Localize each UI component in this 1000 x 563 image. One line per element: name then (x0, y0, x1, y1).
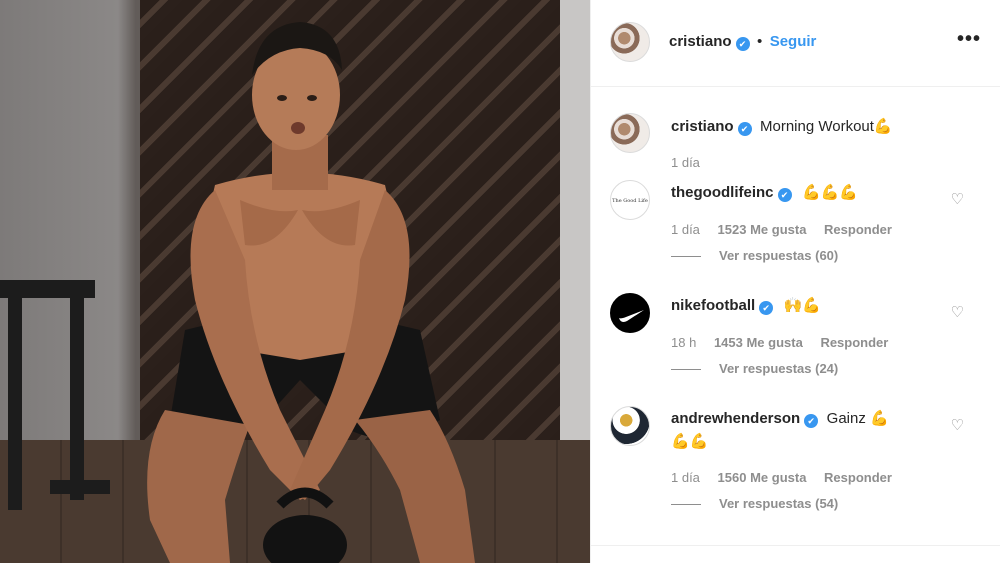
post-side-panel: cristiano ✔ • Seguir ••• cristiano ✔ Morni… (590, 0, 1000, 563)
comment-username[interactable]: nikefootball (671, 297, 755, 314)
view-replies-label[interactable]: Ver respuestas (54) (719, 496, 838, 511)
replies-line (671, 369, 701, 371)
caption-row: cristiano ✔ Morning Workout💪 (671, 117, 893, 136)
flexed-biceps-icon: 💪 (873, 118, 893, 135)
view-replies[interactable]: Ver respuestas (60) (671, 248, 838, 263)
replies-line (671, 504, 701, 506)
commenter-avatar-thegoodlifeinc[interactable]: The Good Life Inc (610, 180, 650, 220)
caption-username[interactable]: cristiano (671, 118, 734, 135)
comment-row: nikefootball ✔ 🙌💪 (671, 296, 821, 315)
comment-username[interactable]: thegoodlifeinc (671, 184, 774, 201)
separator-dot: • (756, 33, 763, 50)
goodlife-logo-text: The Good Life Inc (612, 198, 648, 204)
comment-time[interactable]: 1 día (671, 470, 700, 485)
comment-meta: 1 día 1560 Me gusta Responder (671, 470, 906, 485)
author-row: cristiano ✔ • Seguir (669, 33, 816, 51)
commenter-avatar-nikefootball[interactable] (610, 293, 650, 333)
comments-scroll-edge (591, 545, 1000, 563)
view-replies-label[interactable]: Ver respuestas (60) (719, 248, 838, 263)
author-avatar[interactable] (610, 22, 650, 62)
comment-likes[interactable]: 1523 Me gusta (718, 222, 807, 237)
comment-likes[interactable]: 1453 Me gusta (714, 335, 803, 350)
view-replies[interactable]: Ver respuestas (24) (671, 361, 838, 376)
post-photo[interactable] (0, 0, 590, 563)
reply-button[interactable]: Responder (820, 335, 888, 350)
verified-badge-icon: ✔ (777, 188, 792, 202)
flexed-biceps-icon: 💪💪 (671, 433, 709, 450)
comment-meta: 18 h 1453 Me gusta Responder (671, 335, 902, 350)
comment-row: andrewhenderson ✔ Gainz 💪 (671, 409, 889, 428)
athlete-figure (147, 22, 475, 563)
reply-button[interactable]: Responder (824, 470, 892, 485)
comment-username[interactable]: andrewhenderson (671, 410, 800, 427)
like-heart-icon[interactable]: ♡ (951, 303, 964, 321)
caption-time[interactable]: 1 día (671, 155, 700, 170)
nike-swoosh-icon (619, 310, 644, 322)
verified-badge-icon: ✔ (804, 414, 819, 428)
comment-time[interactable]: 1 día (671, 222, 700, 237)
more-options-icon[interactable]: ••• (957, 28, 981, 51)
raised-hands-icon: 🙌💪 (783, 297, 821, 314)
verified-badge-icon: ✔ (735, 37, 750, 51)
reply-button[interactable]: Responder (824, 222, 892, 237)
view-replies-label[interactable]: Ver respuestas (24) (719, 361, 838, 376)
commenter-avatar-andrewhenderson[interactable] (610, 406, 650, 446)
like-heart-icon[interactable]: ♡ (951, 190, 964, 208)
comment-time[interactable]: 18 h (671, 335, 696, 350)
post-header: cristiano ✔ • Seguir ••• (591, 0, 1000, 87)
like-heart-icon[interactable]: ♡ (951, 416, 964, 434)
caption-text: Morning Workout (759, 118, 874, 135)
comment-text: Gainz (826, 410, 866, 427)
caption-meta: 1 día (671, 155, 714, 170)
follow-button[interactable]: Seguir (770, 33, 817, 50)
comment-row: thegoodlifeinc ✔ 💪💪💪 (671, 183, 858, 202)
comment-text-line2: 💪💪 (671, 432, 708, 451)
verified-badge-icon: ✔ (759, 301, 774, 315)
flexed-biceps-icon: 💪💪💪 (801, 184, 858, 201)
flexed-biceps-icon: 💪 (870, 410, 889, 427)
replies-line (671, 256, 701, 258)
author-username[interactable]: cristiano (669, 33, 732, 50)
view-replies[interactable]: Ver respuestas (54) (671, 496, 838, 511)
comment-likes[interactable]: 1560 Me gusta (718, 470, 807, 485)
verified-badge-icon: ✔ (737, 122, 752, 136)
comment-meta: 1 día 1523 Me gusta Responder (671, 222, 906, 237)
caption-avatar[interactable] (610, 113, 650, 153)
